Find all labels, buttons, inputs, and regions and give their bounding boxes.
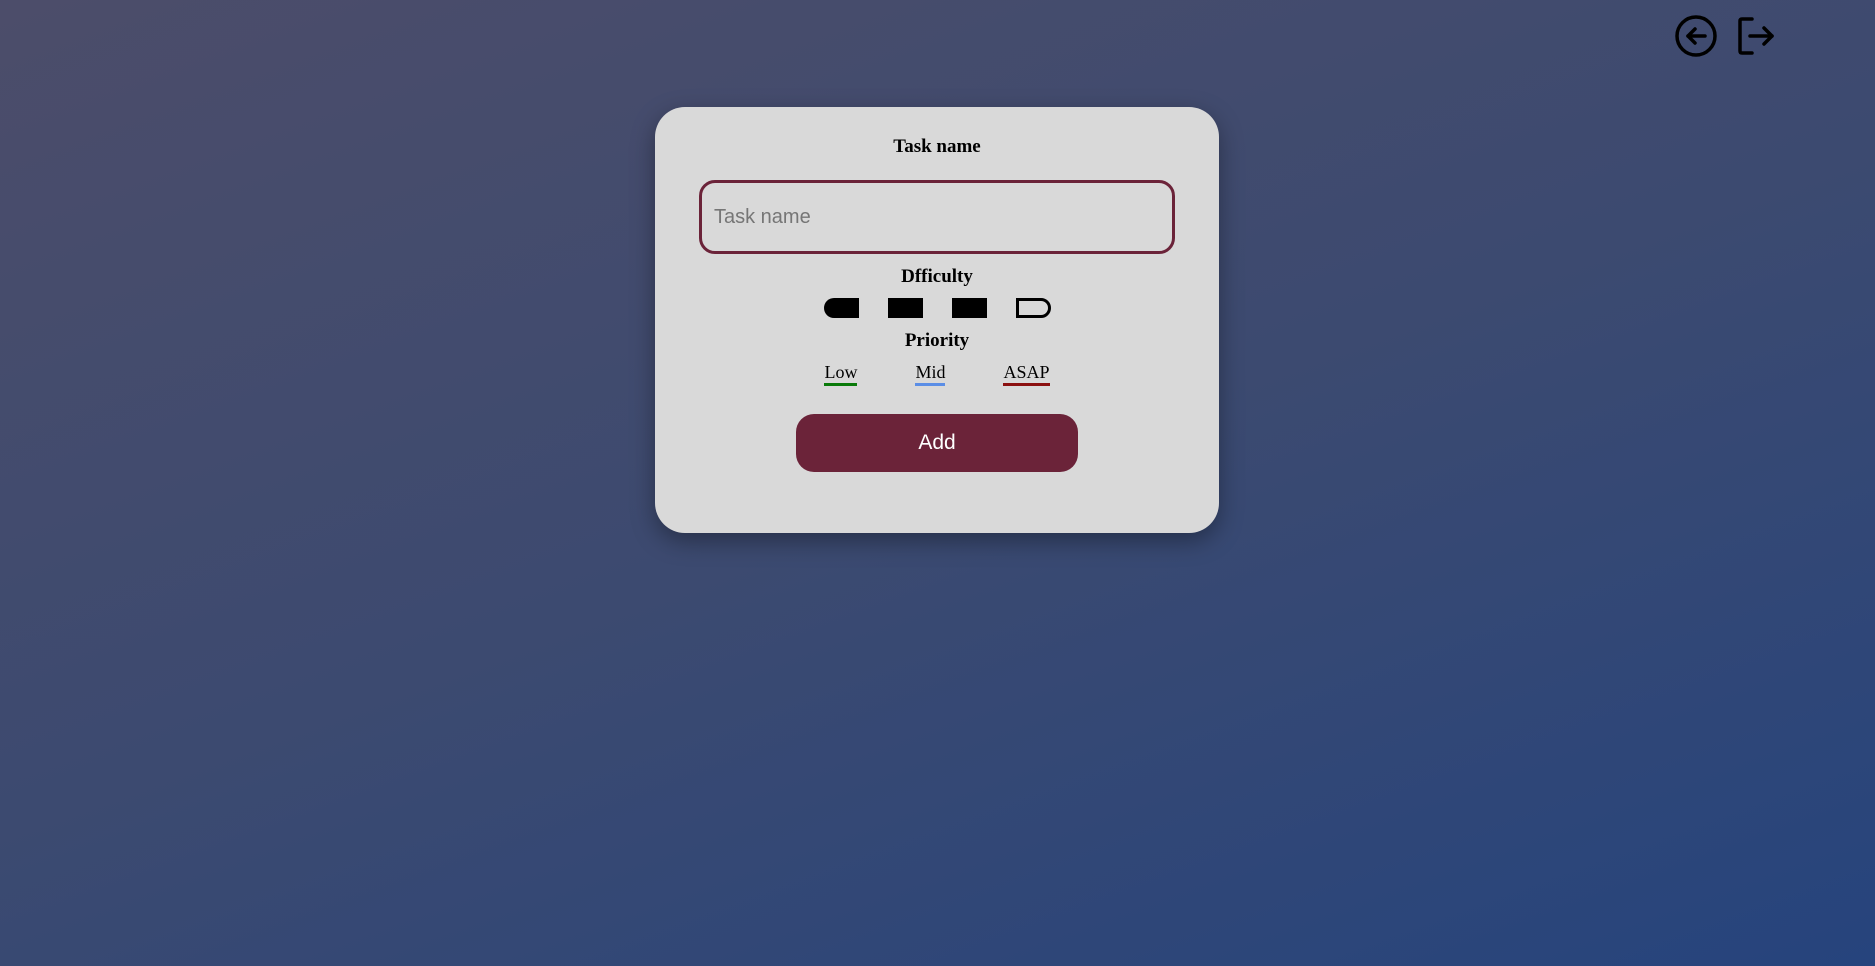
difficulty-level-1[interactable] <box>823 298 859 318</box>
task-name-input[interactable] <box>699 180 1175 254</box>
priority-option-mid[interactable]: Mid <box>915 363 946 386</box>
difficulty-level-4[interactable] <box>1015 298 1051 318</box>
back-arrow-icon <box>1675 15 1717 57</box>
task-name-label: Task name <box>893 136 981 157</box>
priority-option-asap[interactable]: ASAP <box>1003 363 1050 386</box>
difficulty-level-2[interactable] <box>887 298 923 318</box>
difficulty-selector <box>823 298 1051 318</box>
difficulty-level-3[interactable] <box>951 298 987 318</box>
top-icon-bar <box>1672 12 1780 60</box>
add-button[interactable]: Add <box>796 414 1078 472</box>
logout-button[interactable] <box>1732 12 1780 60</box>
priority-option-low[interactable]: Low <box>824 363 858 386</box>
difficulty-label: Dfficulty <box>901 266 973 287</box>
add-task-card: Task name Dfficulty Priority Low Mid ASA… <box>655 107 1219 533</box>
priority-label: Priority <box>904 330 970 351</box>
logout-icon <box>1738 17 1774 55</box>
priority-selector: Low Mid ASAP <box>824 363 1050 386</box>
back-button[interactable] <box>1672 12 1720 60</box>
